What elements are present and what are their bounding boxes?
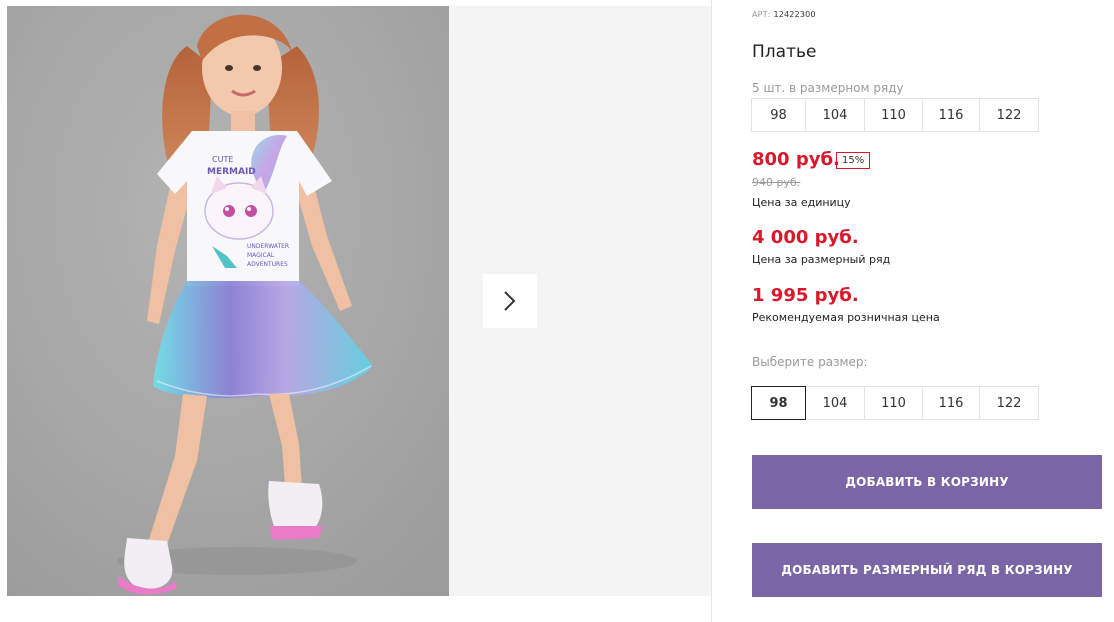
- product-gallery: CUTE MERMAID UNDERWATER MAGICAL ADVENTUR…: [7, 6, 711, 596]
- pack-size-label: 5 шт. в размерном ряду: [752, 81, 904, 95]
- sku-value: 12422300: [773, 10, 816, 19]
- add-pack-to-cart-button[interactable]: ДОБАВИТЬ РАЗМЕРНЫЙ РЯД В КОРЗИНУ: [752, 543, 1102, 597]
- chevron-right-icon: [504, 291, 516, 311]
- shirt-print-line3: UNDERWATER: [247, 243, 289, 250]
- sku: АРТ: 12422300: [752, 10, 816, 19]
- sku-label: АРТ:: [752, 10, 771, 19]
- shirt-print-line5: ADVENTURES: [247, 261, 288, 268]
- pack-size-110: 110: [864, 98, 923, 132]
- pack-size-98: 98: [751, 98, 806, 132]
- old-price: 940 руб.: [752, 176, 801, 189]
- pack-price: 4 000 руб.: [752, 227, 859, 248]
- product-photo[interactable]: CUTE MERMAID UNDERWATER MAGICAL ADVENTUR…: [7, 6, 449, 596]
- pack-price-caption: Цена за размерный ряд: [752, 253, 891, 266]
- unit-price-caption: Цена за единицу: [752, 196, 851, 209]
- product-photo-illustration: CUTE MERMAID UNDERWATER MAGICAL ADVENTUR…: [7, 6, 449, 596]
- shirt-print-line4: MAGICAL: [247, 252, 275, 259]
- column-divider: [711, 0, 712, 622]
- add-to-cart-button[interactable]: ДОБАВИТЬ В КОРЗИНУ: [752, 455, 1102, 509]
- size-selector: 98 104 110 116 122: [751, 386, 1039, 420]
- pack-size-row: 98 104 110 116 122: [751, 98, 1039, 132]
- retail-price: 1 995 руб.: [752, 285, 859, 306]
- size-option-110[interactable]: 110: [864, 386, 923, 420]
- size-option-122[interactable]: 122: [979, 386, 1039, 420]
- pack-size-104: 104: [805, 98, 865, 132]
- pack-size-122: 122: [979, 98, 1039, 132]
- unit-price: 800 руб.: [752, 149, 840, 170]
- shirt-print-line1: CUTE: [212, 155, 233, 164]
- product-title: Платье: [752, 42, 817, 62]
- pack-size-116: 116: [922, 98, 980, 132]
- retail-price-caption: Рекомендуемая розничная цена: [752, 311, 940, 324]
- size-option-98[interactable]: 98: [751, 386, 806, 420]
- choose-size-label: Выберите размер:: [752, 355, 868, 369]
- size-option-116[interactable]: 116: [922, 386, 980, 420]
- shirt-print-line2: MERMAID: [207, 167, 256, 177]
- discount-badge: 15%: [836, 152, 871, 169]
- next-image-button[interactable]: [483, 274, 537, 328]
- size-option-104[interactable]: 104: [805, 386, 865, 420]
